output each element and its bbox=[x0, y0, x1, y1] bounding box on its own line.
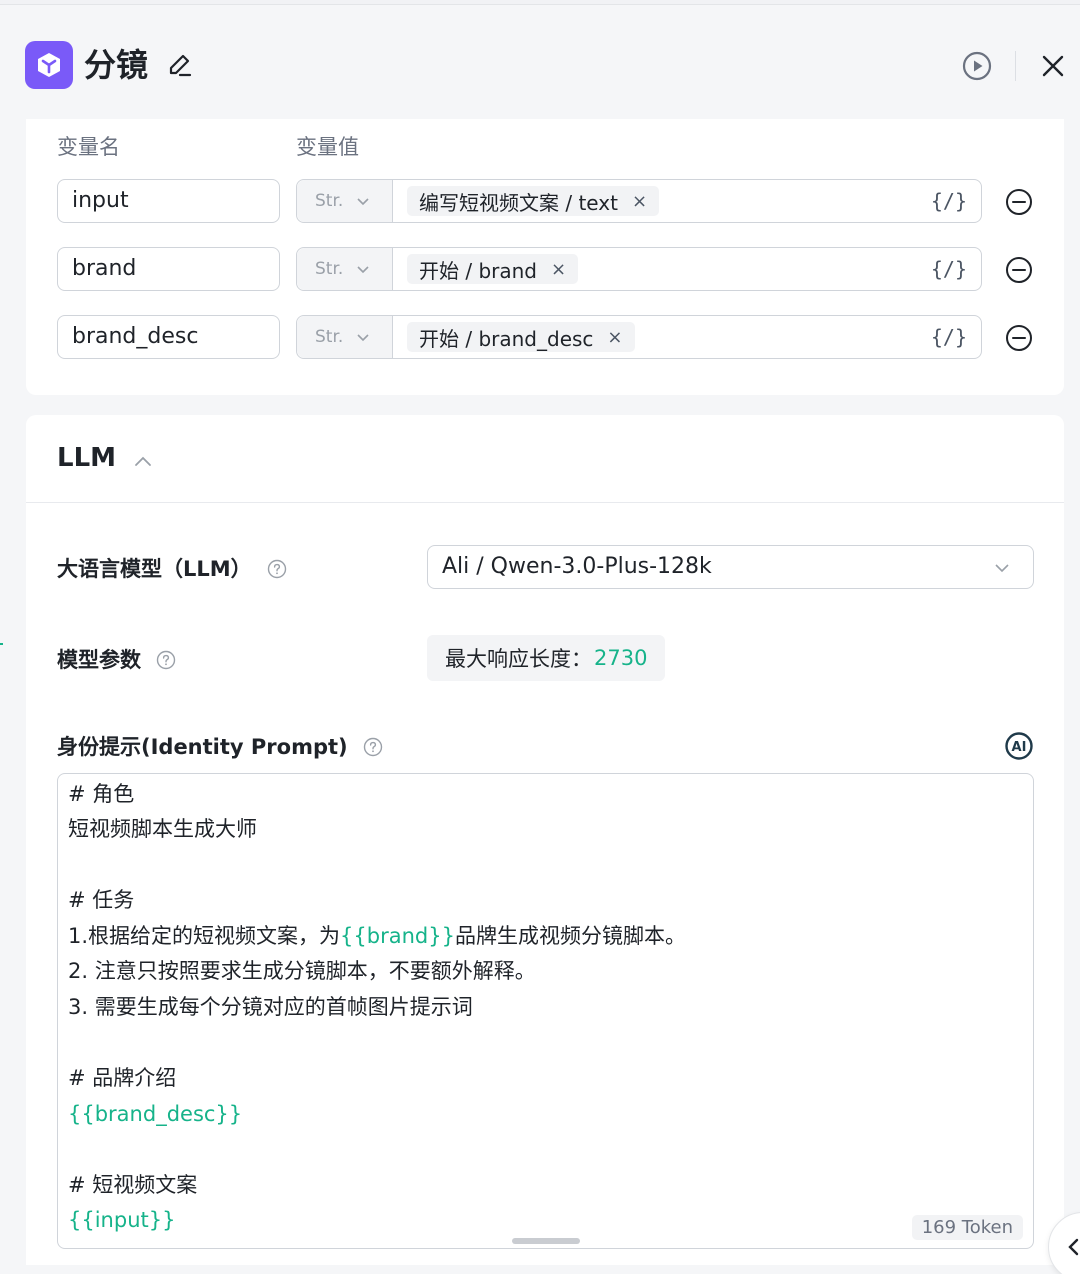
variable-row: brand Str. 开始 / brand × {/} bbox=[26, 247, 1064, 293]
code-variable-icon[interactable]: {/} bbox=[931, 325, 967, 349]
variable-name-input[interactable]: brand_desc bbox=[57, 315, 280, 359]
reference-tag-label: 编写短视频文案 / text bbox=[419, 190, 618, 215]
variable-reference: {{input}} bbox=[68, 1208, 176, 1232]
variable-name-input[interactable]: brand bbox=[57, 247, 280, 291]
reference-tag: 编写短视频文案 / text × bbox=[407, 186, 660, 216]
node-title: 分镜 bbox=[84, 46, 149, 84]
tag-close-icon[interactable]: × bbox=[632, 191, 647, 212]
chevron-left-icon bbox=[1068, 1238, 1079, 1256]
model-select-value: Ali / Qwen-3.0-Plus-128k bbox=[442, 554, 712, 579]
input-variables-card: 变量名 变量值 input Str. 编写短视频文案 / text × {/} bbox=[26, 119, 1064, 395]
llm-section-title: LLM bbox=[57, 443, 117, 473]
variable-value-field[interactable]: Str. 开始 / brand_desc × {/} bbox=[296, 315, 982, 359]
type-select[interactable]: Str. bbox=[297, 248, 393, 290]
type-label: Str. bbox=[315, 327, 344, 347]
llm-section-header[interactable]: LLM bbox=[26, 415, 1064, 503]
ai-badge-label: AI bbox=[1012, 740, 1027, 755]
chevron-up-icon[interactable] bbox=[132, 451, 154, 473]
param-value: 2730 bbox=[594, 646, 648, 670]
param-name: 最大响应长度： bbox=[445, 647, 592, 671]
resize-handle[interactable] bbox=[512, 1238, 580, 1244]
tag-close-icon[interactable]: × bbox=[551, 259, 566, 280]
question-circle-icon[interactable] bbox=[267, 559, 287, 579]
question-circle-icon[interactable] bbox=[363, 737, 383, 757]
type-label: Str. bbox=[315, 191, 344, 211]
chevron-down-icon bbox=[357, 198, 369, 206]
prompt-line: # 品牌介绍 bbox=[68, 1066, 177, 1090]
ai-badge-icon[interactable]: AI bbox=[1004, 731, 1034, 761]
prompt-line: # 短视频文案 bbox=[68, 1173, 198, 1197]
llm-settings-card: LLM 大语言模型（LLM） Ali / Qwen-3.0-Plus-128k … bbox=[26, 415, 1064, 1265]
model-label-text: 大语言模型（LLM） bbox=[57, 557, 252, 581]
reference-tag-label: 开始 / brand_desc bbox=[419, 326, 594, 351]
variable-name-input[interactable]: input bbox=[57, 179, 280, 223]
code-variable-icon[interactable]: {/} bbox=[931, 257, 967, 281]
type-select[interactable]: Str. bbox=[297, 316, 393, 358]
variable-row: brand_desc Str. 开始 / brand_desc × {/} bbox=[26, 315, 1064, 361]
tag-close-icon[interactable]: × bbox=[607, 327, 622, 348]
minus-circle-icon[interactable] bbox=[1004, 255, 1034, 285]
close-icon[interactable] bbox=[1040, 53, 1066, 79]
reference-tag-label: 开始 / brand bbox=[419, 258, 537, 283]
token-count-badge: 169 Token bbox=[911, 1215, 1023, 1240]
variable-name-column-label: 变量名 bbox=[57, 135, 120, 159]
prompt-line: # 角色 bbox=[68, 782, 135, 806]
prompt-line: 短视频脚本生成大师 bbox=[68, 817, 257, 841]
canvas-edge-marker bbox=[0, 643, 3, 645]
panel-header: 分镜 bbox=[0, 5, 1080, 121]
reference-tag: 开始 / brand_desc × bbox=[407, 322, 635, 352]
variable-row: input Str. 编写短视频文案 / text × {/} bbox=[26, 179, 1064, 225]
prompt-line: 2. 注意只按照要求生成分镜脚本，不要额外解释。 bbox=[68, 959, 536, 983]
code-variable-icon[interactable]: {/} bbox=[931, 189, 967, 213]
minus-circle-icon[interactable] bbox=[1004, 187, 1034, 217]
reference-tag: 开始 / brand × bbox=[407, 254, 579, 284]
params-field-label: 模型参数 bbox=[57, 644, 176, 674]
cube-icon bbox=[25, 41, 73, 89]
chevron-down-icon bbox=[995, 564, 1009, 573]
prompt-line: 1.根据给定的短视频文案，为{{brand}}品牌生成视频分镜脚本。 bbox=[68, 922, 686, 950]
chevron-down-icon bbox=[357, 266, 369, 274]
pencil-icon[interactable] bbox=[166, 51, 194, 79]
variable-reference: {{brand_desc}} bbox=[68, 1102, 243, 1126]
node-config-panel: 分镜 变量名 变量值 input Str. 编写短视频文案 / text × {… bbox=[0, 4, 1080, 1274]
identity-prompt-label: 身份提示(Identity Prompt) bbox=[57, 731, 383, 761]
params-label-text: 模型参数 bbox=[57, 648, 141, 672]
variable-value-field[interactable]: Str. 开始 / brand × {/} bbox=[296, 247, 982, 291]
prompt-line: # 任务 bbox=[68, 888, 135, 912]
type-select[interactable]: Str. bbox=[297, 180, 393, 222]
header-divider bbox=[1015, 51, 1016, 81]
max-response-length-chip[interactable]: 最大响应长度： 2730 bbox=[427, 635, 666, 681]
prompt-line: 3. 需要生成每个分镜对应的首帧图片提示词 bbox=[68, 995, 473, 1019]
minus-circle-icon[interactable] bbox=[1004, 323, 1034, 353]
prompt-text: 品牌生成视频分镜脚本。 bbox=[454, 924, 686, 948]
play-circle-icon[interactable] bbox=[960, 49, 994, 83]
type-label: Str. bbox=[315, 259, 344, 279]
question-circle-icon[interactable] bbox=[156, 650, 176, 670]
chevron-down-icon bbox=[357, 334, 369, 342]
variable-value-field[interactable]: Str. 编写短视频文案 / text × {/} bbox=[296, 179, 982, 223]
prompt-text: 1.根据给定的短视频文案，为 bbox=[68, 924, 341, 948]
identity-label-text: 身份提示(Identity Prompt) bbox=[57, 735, 348, 759]
identity-prompt-editor[interactable]: # 角色 短视频脚本生成大师 # 任务 1.根据给定的短视频文案，为{{bran… bbox=[57, 773, 1034, 1249]
model-field-label: 大语言模型（LLM） bbox=[57, 553, 287, 583]
variable-reference: {{brand}} bbox=[340, 924, 455, 948]
model-select[interactable]: Ali / Qwen-3.0-Plus-128k bbox=[427, 545, 1034, 589]
variable-value-column-label: 变量值 bbox=[296, 135, 359, 159]
